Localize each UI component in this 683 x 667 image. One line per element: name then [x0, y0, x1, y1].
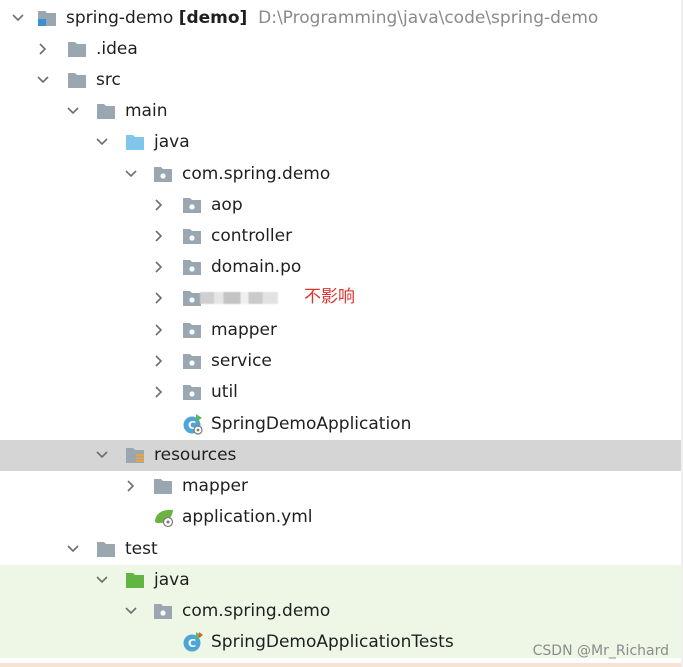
service-label: service — [211, 351, 272, 371]
chevron-right-icon[interactable] — [150, 383, 168, 401]
package-icon — [182, 227, 202, 245]
tree-row-yml[interactable]: application.yml — [0, 502, 683, 533]
tree-row-test-package[interactable]: com.spring.demo — [0, 596, 683, 627]
folder-icon — [96, 102, 116, 120]
source-folder-icon — [125, 133, 145, 151]
app-label: SpringDemoApplication — [211, 414, 412, 434]
chevron-right-icon[interactable] — [150, 321, 168, 339]
test-label: test — [125, 539, 158, 559]
domain-label: domain.po — [211, 257, 302, 277]
package-icon — [182, 321, 202, 339]
aop-label: aop — [211, 195, 243, 215]
tree-row-test-java[interactable]: java — [0, 565, 683, 596]
chevron-down-icon[interactable] — [9, 9, 27, 27]
chevron-down-icon[interactable] — [122, 602, 140, 620]
test-class-icon: C — [182, 631, 204, 653]
package-icon — [182, 196, 202, 214]
chevron-down-icon[interactable] — [64, 102, 82, 120]
main-label: main — [125, 101, 168, 121]
module-folder-icon — [37, 9, 57, 27]
bottom-strip — [0, 663, 683, 667]
chevron-right-icon[interactable] — [150, 352, 168, 370]
tree-row-idea[interactable]: .idea — [0, 34, 683, 65]
test-package-label: com.spring.demo — [182, 601, 331, 621]
tests-label: SpringDemoApplicationTests — [211, 632, 454, 652]
package-icon — [182, 289, 202, 307]
chevron-right-icon[interactable] — [150, 258, 168, 276]
tree-row-domain[interactable]: domain.po — [0, 252, 683, 283]
tree-row-mapper[interactable]: mapper — [0, 315, 683, 346]
chevron-right-icon[interactable] — [150, 289, 168, 307]
src-label: src — [96, 70, 121, 90]
chevron-down-icon[interactable] — [34, 71, 52, 89]
root-name: spring-demo — [66, 8, 174, 28]
tree-row-aop[interactable]: aop — [0, 190, 683, 221]
package-icon — [153, 602, 173, 620]
tree-row-test[interactable]: test — [0, 534, 683, 565]
tree-row-java[interactable]: java — [0, 127, 683, 158]
tree-row-root[interactable]: spring-demo [demo] D:\Programming\java\c… — [0, 3, 683, 34]
redacted-package-name — [200, 292, 278, 304]
chevron-right-icon[interactable] — [34, 40, 52, 58]
tree-row-package[interactable]: com.spring.demo — [0, 159, 683, 190]
resources-folder-icon — [125, 446, 145, 464]
test-java-label: java — [154, 570, 190, 590]
spring-boot-class-icon: C — [182, 413, 204, 435]
tree-row-util[interactable]: util — [0, 377, 683, 408]
mapper-label: mapper — [211, 320, 278, 340]
package-label: com.spring.demo — [182, 164, 331, 184]
folder-icon — [67, 71, 87, 89]
tree-row-redacted[interactable]: 不影响 — [0, 283, 683, 314]
root-module: [demo] — [178, 8, 248, 28]
root-label: spring-demo [demo] D:\Programming\java\c… — [66, 8, 598, 28]
watermark: CSDN @Mr_Richard — [532, 643, 669, 659]
tree-row-src[interactable]: src — [0, 65, 683, 96]
tree-row-controller[interactable]: controller — [0, 221, 683, 252]
chevron-down-icon[interactable] — [93, 446, 111, 464]
tree-row-main[interactable]: main — [0, 96, 683, 127]
chevron-right-icon[interactable] — [150, 196, 168, 214]
tree-row-app[interactable]: C SpringDemoApplication — [0, 409, 683, 440]
root-path: D:\Programming\java\code\spring-demo — [258, 8, 599, 28]
package-icon — [153, 165, 173, 183]
chevron-right-icon[interactable] — [150, 227, 168, 245]
tree-row-res-mapper[interactable]: mapper — [0, 471, 683, 502]
chevron-down-icon[interactable] — [122, 165, 140, 183]
package-icon — [182, 352, 202, 370]
package-icon — [182, 383, 202, 401]
folder-icon — [67, 40, 87, 58]
chevron-down-icon[interactable] — [64, 540, 82, 558]
resources-label: resources — [154, 445, 237, 465]
test-source-folder-icon — [125, 571, 145, 589]
tree-row-service[interactable]: service — [0, 346, 683, 377]
controller-label: controller — [211, 226, 293, 246]
java-label: java — [154, 132, 190, 152]
res-mapper-label: mapper — [182, 476, 249, 496]
yml-label: application.yml — [182, 507, 313, 527]
svg-text:C: C — [188, 637, 196, 650]
chevron-right-icon[interactable] — [122, 477, 140, 495]
util-label: util — [211, 382, 238, 402]
chevron-down-icon[interactable] — [93, 571, 111, 589]
tree-row-resources[interactable]: resources — [0, 440, 683, 471]
annotation-note: 不影响 — [304, 287, 355, 307]
folder-icon — [153, 477, 173, 495]
spring-config-icon — [153, 506, 175, 528]
folder-icon — [96, 540, 116, 558]
chevron-down-icon[interactable] — [93, 133, 111, 151]
idea-label: .idea — [96, 39, 138, 59]
package-icon — [182, 258, 202, 276]
